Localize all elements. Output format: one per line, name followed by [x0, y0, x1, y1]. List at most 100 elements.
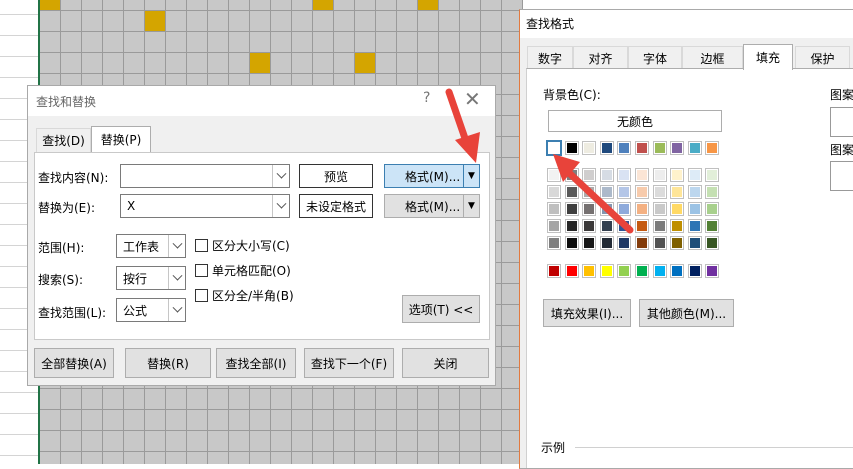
color-swatch[interactable]	[652, 168, 667, 182]
grid-cell[interactable]	[397, 11, 418, 32]
grid-cell[interactable]	[292, 431, 313, 452]
color-swatch[interactable]	[617, 264, 632, 278]
color-swatch[interactable]	[564, 264, 579, 278]
grid-cell[interactable]	[229, 431, 250, 452]
grid-cell[interactable]	[103, 410, 124, 431]
grid-cell[interactable]	[292, 32, 313, 53]
grid-cell[interactable]	[418, 0, 439, 11]
color-swatch[interactable]	[635, 236, 649, 250]
scope-select[interactable]: 工作表	[116, 234, 186, 258]
grid-cell[interactable]	[439, 11, 460, 32]
checkbox-icon[interactable]	[195, 289, 208, 302]
grid-cell[interactable]	[208, 11, 229, 32]
grid-cell[interactable]	[124, 32, 145, 53]
chevron-down-icon[interactable]	[272, 165, 289, 187]
search-select[interactable]: 按行	[116, 266, 186, 290]
grid-cell[interactable]	[355, 452, 376, 464]
grid-cell[interactable]	[460, 11, 481, 32]
grid-cell[interactable]	[334, 431, 355, 452]
grid-cell[interactable]	[481, 410, 502, 431]
grid-cell[interactable]	[166, 389, 187, 410]
grid-cell[interactable]	[376, 11, 397, 32]
grid-cell[interactable]	[208, 389, 229, 410]
color-swatch[interactable]	[564, 219, 579, 233]
grid-cell[interactable]	[355, 389, 376, 410]
grid-cell[interactable]	[292, 410, 313, 431]
color-swatch[interactable]	[670, 202, 685, 216]
chevron-down-icon[interactable]	[272, 195, 289, 217]
grid-cell[interactable]	[334, 32, 355, 53]
grid-cell[interactable]	[418, 389, 439, 410]
grid-cell[interactable]	[334, 410, 355, 431]
color-swatch[interactable]	[705, 168, 720, 182]
tab-find[interactable]: 查找(D)	[36, 128, 91, 152]
color-swatch[interactable]	[670, 219, 685, 233]
color-swatch[interactable]	[652, 185, 667, 199]
grid-cell[interactable]	[334, 389, 355, 410]
grid-cell[interactable]	[355, 53, 376, 74]
grid-cell[interactable]	[61, 53, 82, 74]
color-swatch[interactable]	[670, 141, 685, 155]
grid-cell[interactable]	[439, 410, 460, 431]
grid-cell[interactable]	[61, 452, 82, 464]
grid-cell[interactable]	[271, 452, 292, 464]
color-swatch[interactable]	[652, 219, 667, 233]
grid-cell[interactable]	[397, 431, 418, 452]
chevron-down-icon[interactable]	[168, 235, 185, 257]
color-swatch[interactable]	[635, 219, 649, 233]
grid-cell[interactable]	[460, 431, 481, 452]
color-swatch[interactable]	[670, 264, 685, 278]
grid-cell[interactable]	[145, 0, 166, 11]
case-checkbox[interactable]: 区分大小写(C)	[195, 237, 290, 254]
grid-cell[interactable]	[103, 32, 124, 53]
grid-cell[interactable]	[292, 452, 313, 464]
grid-cell[interactable]	[82, 410, 103, 431]
grid-cell[interactable]	[103, 389, 124, 410]
grid-cell[interactable]	[166, 32, 187, 53]
grid-cell[interactable]	[271, 53, 292, 74]
grid-cell[interactable]	[397, 452, 418, 464]
grid-cell[interactable]	[145, 452, 166, 464]
lookin-select[interactable]: 公式	[116, 298, 186, 322]
grid-cell[interactable]	[61, 431, 82, 452]
grid-cell[interactable]	[481, 452, 502, 464]
pattern-style-select[interactable]	[830, 161, 853, 191]
color-swatch[interactable]	[547, 219, 561, 233]
grid-cell[interactable]	[250, 389, 271, 410]
grid-cell[interactable]	[271, 431, 292, 452]
color-swatch[interactable]	[582, 219, 597, 233]
grid-cell[interactable]	[124, 53, 145, 74]
grid-cell[interactable]	[61, 0, 82, 11]
tab-replace[interactable]: 替换(P)	[91, 126, 151, 152]
grid-cell[interactable]	[103, 431, 124, 452]
grid-cell[interactable]	[229, 11, 250, 32]
checkbox-icon[interactable]	[195, 239, 208, 252]
color-swatch[interactable]	[705, 219, 720, 233]
grid-cell[interactable]	[418, 452, 439, 464]
grid-cell[interactable]	[397, 32, 418, 53]
color-swatch[interactable]	[547, 202, 561, 216]
grid-cell[interactable]	[61, 11, 82, 32]
grid-cell[interactable]	[355, 32, 376, 53]
color-swatch[interactable]	[617, 185, 632, 199]
grid-cell[interactable]	[334, 53, 355, 74]
grid-cell[interactable]	[40, 53, 61, 74]
grid-cell[interactable]	[397, 0, 418, 11]
color-swatch[interactable]	[705, 141, 720, 155]
grid-cell[interactable]	[208, 431, 229, 452]
grid-cell[interactable]	[103, 11, 124, 32]
color-swatch[interactable]	[547, 168, 561, 182]
grid-cell[interactable]	[187, 431, 208, 452]
grid-cell[interactable]	[376, 389, 397, 410]
grid-cell[interactable]	[418, 431, 439, 452]
grid-cell[interactable]	[292, 0, 313, 11]
grid-cell[interactable]	[145, 32, 166, 53]
format-button-replace[interactable]: 格式(M)... ▼	[384, 194, 480, 218]
color-swatch[interactable]	[705, 185, 720, 199]
grid-cell[interactable]	[397, 389, 418, 410]
no-color-button[interactable]: 无颜色	[548, 110, 722, 132]
grid-cell[interactable]	[124, 431, 145, 452]
grid-cell[interactable]	[376, 53, 397, 74]
color-swatch[interactable]	[652, 236, 667, 250]
color-swatch[interactable]	[564, 141, 579, 155]
